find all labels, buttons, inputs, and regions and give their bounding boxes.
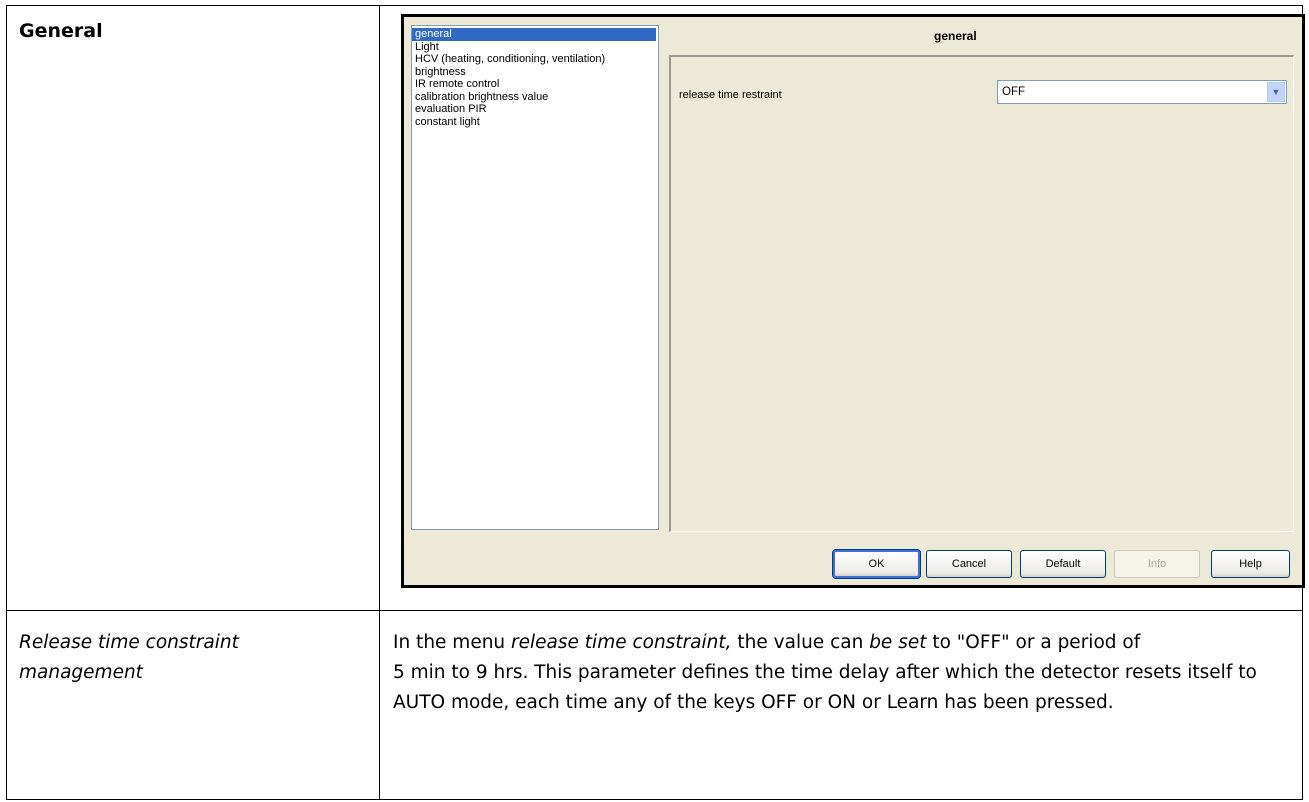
chevron-down-icon[interactable]: ▼ [1267,82,1285,102]
tree-item-hcv[interactable]: HCV (heating, conditioning, ventilation) [412,53,658,66]
desc-text: the value can [731,632,870,653]
release-time-restraint-label: release time restraint [679,89,782,101]
desc-emphasis: be set [869,632,927,653]
desc-text: to "OFF" or a period of [926,632,1141,653]
release-time-restraint-select[interactable]: OFF ▼ [997,80,1287,104]
row-divider [7,610,1302,611]
document-table: General general Light HCV (heating, cond… [6,5,1305,800]
description-line-2: 5 min to 9 hrs. This parameter defines t… [393,662,1257,713]
tree-item-evaluation-pir[interactable]: evaluation PIR [412,103,658,116]
default-button[interactable]: Default [1020,550,1106,578]
page-title: general [934,29,977,43]
parameter-group-box [669,55,1294,532]
select-value: OFF [1002,86,1025,98]
tree-item-constant-light[interactable]: constant light [412,116,658,129]
column-divider [379,6,380,799]
tree-item-brightness[interactable]: brightness [412,66,658,79]
parameter-tree[interactable]: general Light HCV (heating, conditioning… [411,25,659,530]
dialog-body: general Light HCV (heating, conditioning… [404,17,1302,585]
tree-item-calibration-brightness-value[interactable]: calibration brightness value [412,91,658,104]
cancel-button[interactable]: Cancel [926,550,1012,578]
help-button[interactable]: Help [1211,550,1290,578]
parameter-description: In the menu release time constraint, the… [393,628,1298,718]
section-title: General [19,20,103,42]
parameter-dialog-screenshot: general Light HCV (heating, conditioning… [401,14,1305,588]
tree-item-general[interactable]: general [412,28,656,41]
info-button[interactable]: Info [1114,550,1200,578]
desc-text: In the menu [393,632,512,653]
ok-button[interactable]: OK [832,549,921,579]
desc-emphasis: release time constraint, [511,632,732,653]
tree-item-ir-remote-control[interactable]: IR remote control [412,78,658,91]
tree-item-light[interactable]: Light [412,41,658,54]
parameter-name: Release time constraint management [19,632,239,683]
description-line-1: In the menu release time constraint, the… [393,628,1298,658]
